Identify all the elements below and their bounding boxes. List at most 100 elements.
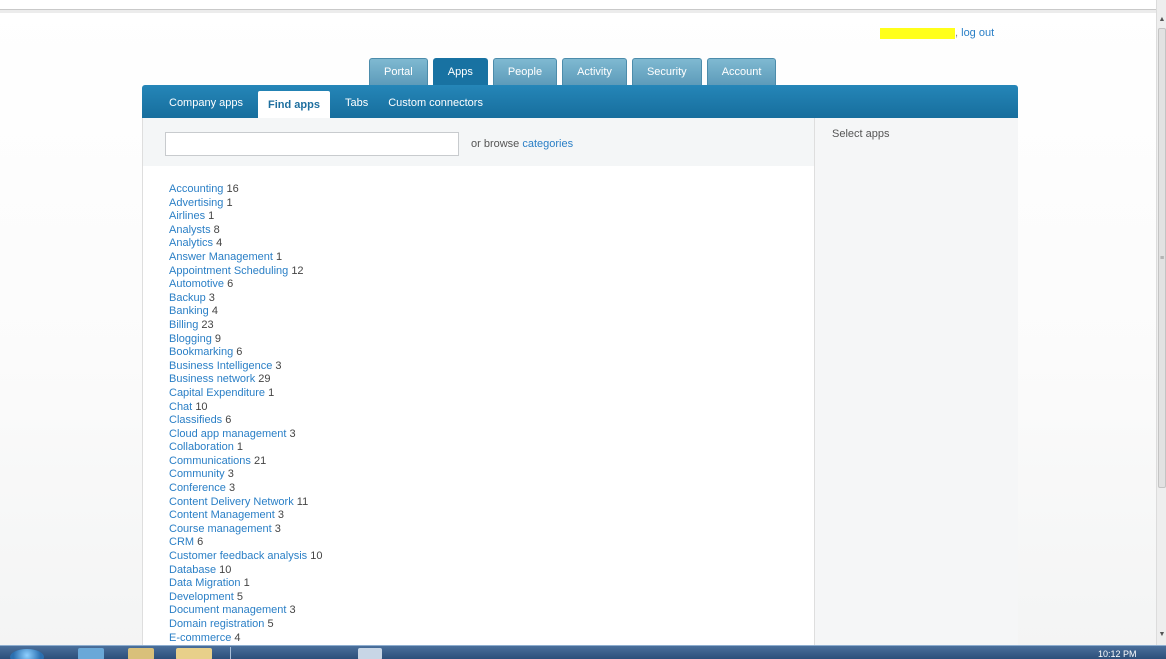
category-link[interactable]: Banking	[169, 305, 209, 317]
subtab-custom-connectors[interactable]: Custom connectors	[378, 85, 493, 118]
category-item: Collaboration 1	[169, 441, 323, 455]
category-count: 3	[227, 468, 234, 481]
category-item: Conference 3	[169, 482, 323, 496]
tab-activity[interactable]: Activity	[562, 58, 627, 85]
subtab-find-apps[interactable]: Find apps	[258, 91, 330, 118]
logout-link[interactable]: log out	[961, 27, 994, 39]
user-separator: ,	[955, 27, 959, 39]
category-link[interactable]: Content Delivery Network	[169, 496, 294, 508]
category-item: Airlines 1	[169, 210, 323, 224]
category-link[interactable]: Cloud app management	[169, 428, 286, 440]
category-link[interactable]: Database	[169, 564, 216, 576]
category-link[interactable]: Analysts	[169, 224, 211, 236]
category-link[interactable]: Collaboration	[169, 441, 234, 453]
search-input[interactable]	[165, 132, 459, 156]
category-link[interactable]: E-commerce	[169, 632, 231, 644]
user-name-redacted	[880, 27, 955, 39]
start-button-icon[interactable]	[10, 649, 44, 659]
tab-security[interactable]: Security	[631, 58, 702, 85]
category-link[interactable]: Appointment Scheduling	[169, 265, 288, 277]
scroll-thumb[interactable]: ≡	[1158, 28, 1166, 488]
category-link[interactable]: Billing	[169, 319, 198, 331]
category-link[interactable]: Analytics	[169, 237, 213, 249]
page-scrollbar[interactable]: ▲ ≡ ▼	[1156, 0, 1166, 645]
category-count: 3	[289, 427, 296, 440]
category-item: Bookmarking 6	[169, 346, 323, 360]
category-link[interactable]: Advertising	[169, 197, 223, 209]
browse-text: or browse categories	[471, 138, 573, 150]
categories-link[interactable]: categories	[522, 138, 573, 150]
category-count: 5	[236, 590, 244, 603]
category-link[interactable]: Customer feedback analysis	[169, 550, 307, 562]
category-count: 16	[226, 183, 239, 195]
category-count: 1	[208, 210, 215, 223]
category-link[interactable]: Classifieds	[169, 414, 222, 426]
category-item: Accounting 16	[169, 183, 323, 197]
category-link[interactable]: Blogging	[169, 333, 212, 345]
category-item: Content Delivery Network 11	[169, 496, 323, 510]
category-link[interactable]: Conference	[169, 482, 226, 494]
subtab-tabs[interactable]: Tabs	[335, 85, 378, 118]
window-icon[interactable]	[358, 648, 382, 659]
category-link[interactable]: Business network	[169, 373, 255, 385]
category-count: 10	[195, 400, 208, 413]
category-link[interactable]: Course management	[169, 523, 272, 535]
subtab-company-apps[interactable]: Company apps	[159, 85, 253, 118]
category-link[interactable]: Domain registration	[169, 618, 264, 630]
category-link[interactable]: Answer Management	[169, 251, 273, 263]
category-count: 12	[291, 264, 304, 277]
taskbar-app-button[interactable]	[176, 648, 212, 659]
category-count: 6	[236, 346, 243, 359]
category-count: 6	[225, 414, 232, 427]
category-link[interactable]: Community	[169, 468, 225, 480]
category-count: 1	[276, 250, 283, 263]
scroll-grip-icon: ≡	[1160, 255, 1165, 262]
select-apps-title: Select apps	[832, 128, 890, 140]
category-link[interactable]: CRM	[169, 536, 194, 548]
category-count: 1	[226, 196, 233, 209]
category-link[interactable]: Data Migration	[169, 577, 241, 589]
category-count: 3	[228, 482, 236, 495]
category-link[interactable]: Accounting	[169, 183, 223, 195]
category-link[interactable]: Development	[169, 591, 234, 603]
scroll-up-arrow-icon[interactable]: ▲	[1157, 14, 1166, 26]
category-link[interactable]: Backup	[169, 292, 206, 304]
category-link[interactable]: Bookmarking	[169, 346, 233, 358]
category-item: Chat 10	[169, 401, 323, 415]
category-count: 23	[201, 318, 214, 331]
category-link[interactable]: Communications	[169, 455, 251, 467]
folder-icon[interactable]	[128, 648, 154, 659]
category-link[interactable]: Chat	[169, 401, 192, 413]
category-link[interactable]: Airlines	[169, 210, 205, 222]
category-count: 6	[227, 278, 234, 291]
category-count: 6	[197, 536, 204, 549]
tab-apps[interactable]: Apps	[432, 58, 488, 85]
category-count: 29	[258, 373, 271, 386]
tab-people[interactable]: People	[492, 58, 558, 85]
tab-portal[interactable]: Portal	[369, 58, 428, 85]
category-item: Appointment Scheduling 12	[169, 265, 323, 279]
tab-account[interactable]: Account	[706, 58, 777, 85]
category-link[interactable]: Business Intelligence	[169, 360, 272, 372]
browse-prefix: or browse	[471, 138, 520, 150]
category-count: 1	[243, 577, 250, 590]
category-count: 3	[274, 522, 281, 535]
category-item: Business network 29	[169, 373, 323, 387]
category-link[interactable]: Automotive	[169, 278, 224, 290]
category-count: 4	[216, 237, 223, 250]
category-link[interactable]: Document management	[169, 604, 286, 616]
taskbar: 10:12 PM	[0, 645, 1166, 659]
category-item: Domain registration 5	[169, 618, 323, 632]
category-item: Billing 23	[169, 319, 323, 333]
category-count: 5	[267, 618, 274, 630]
category-item: Analytics 4	[169, 237, 323, 251]
category-count: 3	[277, 509, 284, 522]
category-count: 9	[214, 332, 222, 345]
category-item: E-commerce 4	[169, 632, 323, 646]
browser-icon[interactable]	[78, 648, 104, 659]
taskbar-divider	[230, 647, 231, 659]
category-link[interactable]: Capital Expenditure	[169, 387, 265, 399]
category-link[interactable]: Content Management	[169, 509, 275, 521]
scroll-down-arrow-icon[interactable]: ▼	[1157, 629, 1166, 641]
category-item: Communications 21	[169, 455, 323, 469]
